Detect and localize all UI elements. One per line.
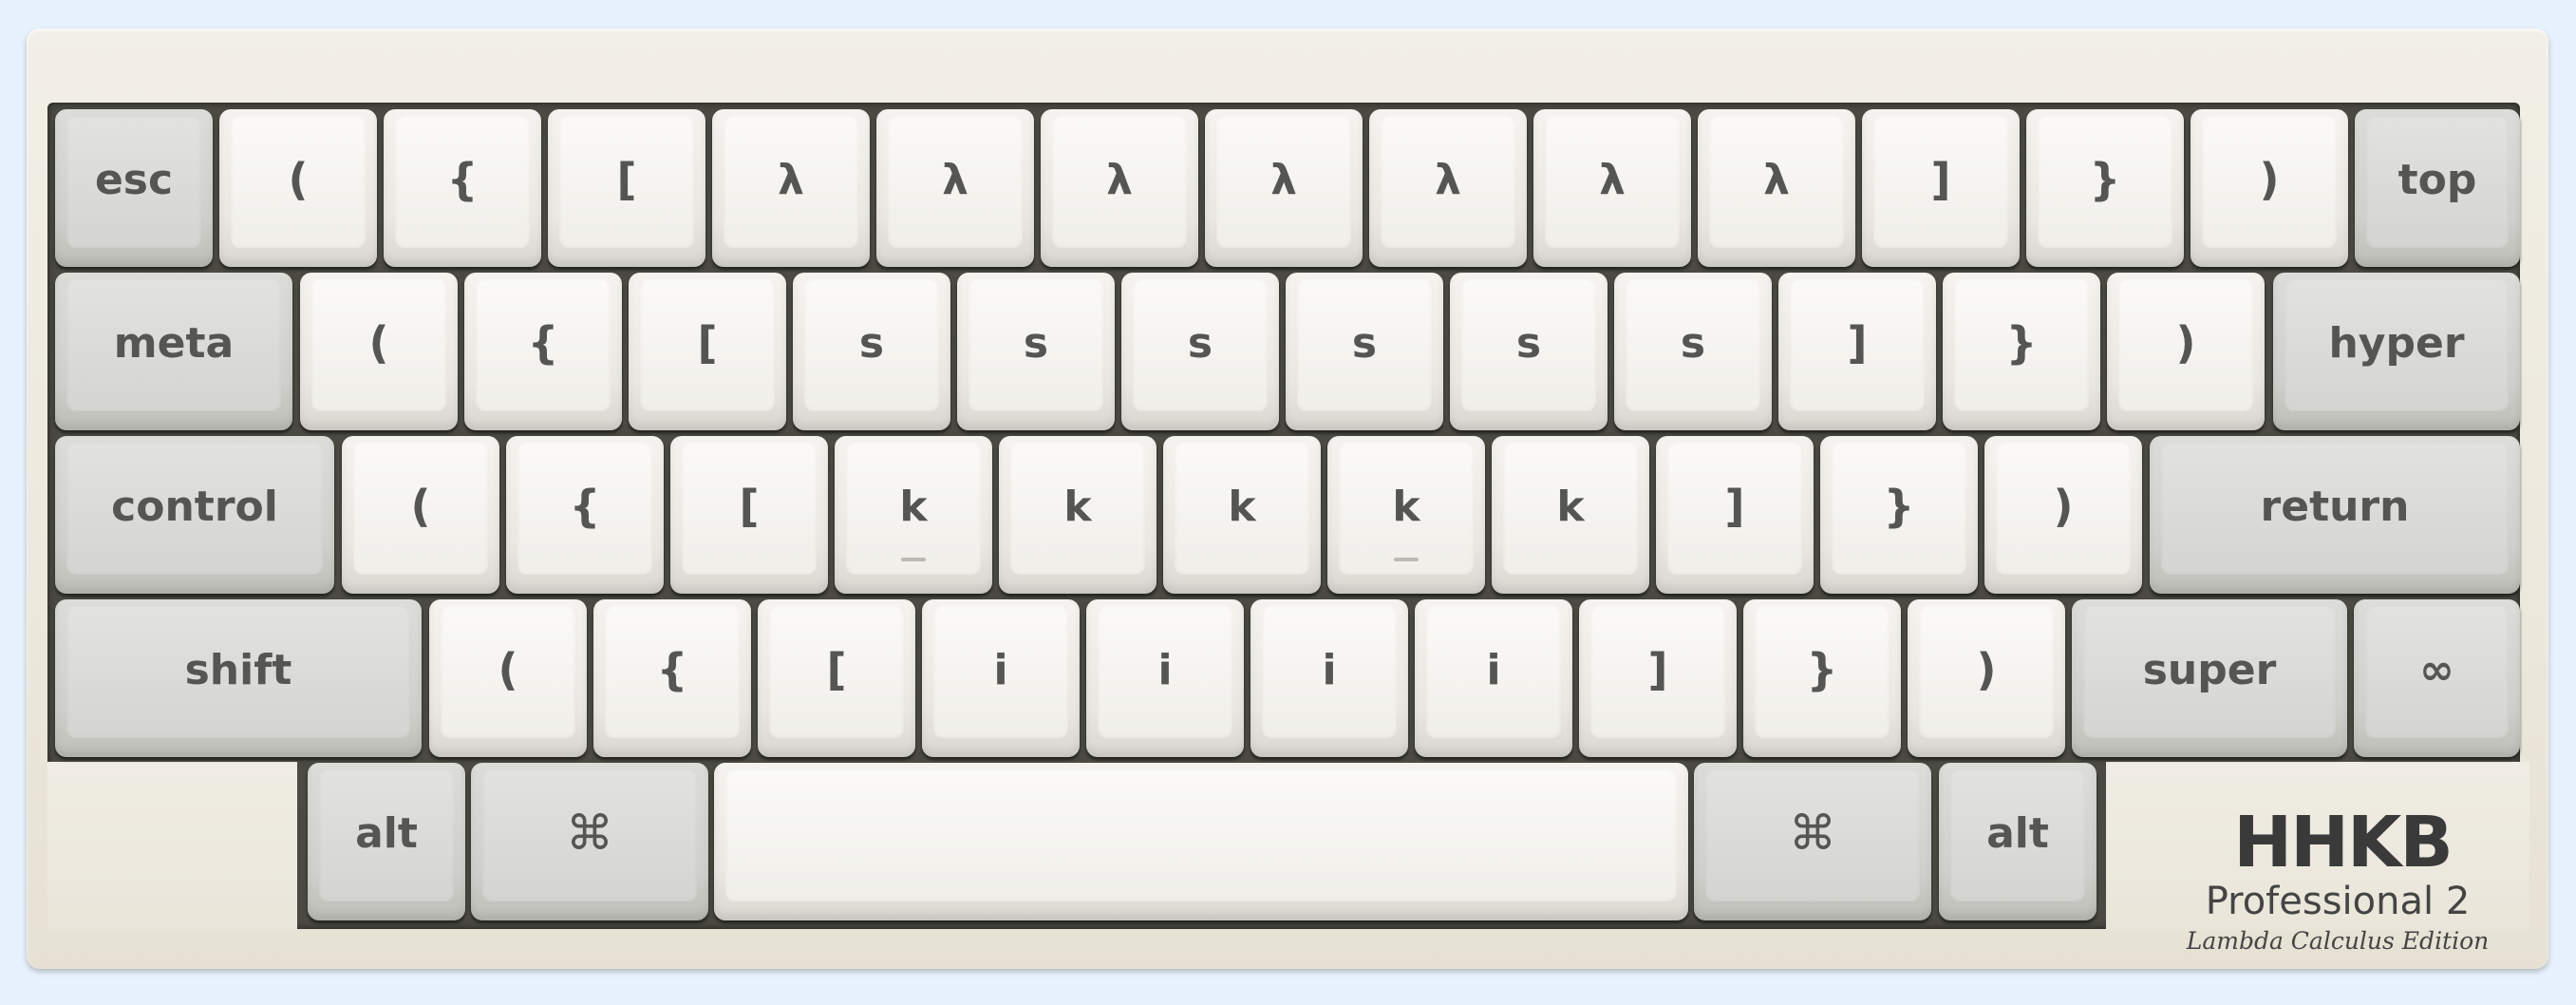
key-open-brace[interactable]: { xyxy=(464,273,622,430)
key-lambda[interactable]: λ xyxy=(1041,109,1198,267)
key-s[interactable]: s xyxy=(1286,273,1443,430)
key-open-bracket[interactable]: [ xyxy=(670,436,828,594)
key-alt-right[interactable]: alt xyxy=(1939,763,2097,920)
key-close-paren[interactable]: ) xyxy=(2107,273,2265,430)
key-i[interactable]: i xyxy=(1086,599,1244,757)
key-close-brace[interactable]: } xyxy=(1820,436,1978,594)
key-k[interactable]: k xyxy=(999,436,1156,594)
command-icon: ⌘ xyxy=(566,806,613,861)
key-control[interactable]: control xyxy=(55,436,334,594)
key-open-brace[interactable]: { xyxy=(384,109,541,267)
key-lambda[interactable]: λ xyxy=(1533,109,1691,267)
key-space[interactable] xyxy=(714,763,1688,920)
key-close-paren[interactable]: ) xyxy=(2191,109,2348,267)
key-lambda[interactable]: λ xyxy=(1205,109,1363,267)
key-lambda[interactable]: λ xyxy=(1698,109,1855,267)
key-open-paren[interactable]: ( xyxy=(429,599,587,757)
key-k[interactable]: k xyxy=(1327,436,1485,594)
key-top[interactable]: top xyxy=(2355,109,2520,267)
key-alt-left[interactable]: alt xyxy=(308,763,465,920)
key-i[interactable]: i xyxy=(1250,599,1408,757)
key-s[interactable]: s xyxy=(1450,273,1608,430)
key-close-brace[interactable]: } xyxy=(1943,273,2100,430)
key-k[interactable]: k xyxy=(835,436,992,594)
case-corner-left xyxy=(47,762,297,931)
key-open-brace[interactable]: { xyxy=(593,599,751,757)
key-close-bracket[interactable]: ] xyxy=(1656,436,1814,594)
brand-logo: HHKB Professional 2 Lambda Calculus Edit… xyxy=(2148,807,2528,959)
key-k[interactable]: k xyxy=(1163,436,1321,594)
key-open-paren[interactable]: ( xyxy=(342,436,499,594)
key-close-brace[interactable]: } xyxy=(2026,109,2184,267)
key-lambda[interactable]: λ xyxy=(712,109,870,267)
key-s[interactable]: s xyxy=(793,273,950,430)
key-return[interactable]: return xyxy=(2150,436,2520,594)
key-infinity[interactable]: ∞ xyxy=(2354,599,2520,757)
key-lambda[interactable]: λ xyxy=(1369,109,1527,267)
key-close-bracket[interactable]: ] xyxy=(1579,599,1737,757)
key-s[interactable]: s xyxy=(957,273,1115,430)
command-icon: ⌘ xyxy=(1789,806,1836,861)
key-open-bracket[interactable]: [ xyxy=(758,599,915,757)
key-hyper[interactable]: hyper xyxy=(2273,273,2520,430)
key-i[interactable]: i xyxy=(922,599,1080,757)
key-open-bracket[interactable]: [ xyxy=(548,109,705,267)
key-esc[interactable]: esc xyxy=(55,109,213,267)
edition-name: Lambda Calculus Edition xyxy=(2186,927,2490,955)
hhkb-logo-mark: HHKB xyxy=(2233,802,2454,883)
key-close-bracket[interactable]: ] xyxy=(1778,273,1936,430)
key-close-paren[interactable]: ) xyxy=(1984,436,2142,594)
key-i[interactable]: i xyxy=(1415,599,1572,757)
product-name: Professional 2 xyxy=(2205,880,2471,923)
key-meta[interactable]: meta xyxy=(55,273,292,430)
key-lambda[interactable]: λ xyxy=(876,109,1034,267)
key-s[interactable]: s xyxy=(1614,273,1772,430)
key-open-paren[interactable]: ( xyxy=(219,109,377,267)
key-close-bracket[interactable]: ] xyxy=(1862,109,2020,267)
key-command-right[interactable]: ⌘ xyxy=(1694,763,1931,920)
key-k[interactable]: k xyxy=(1492,436,1649,594)
key-open-bracket[interactable]: [ xyxy=(629,273,786,430)
key-close-paren[interactable]: ) xyxy=(1908,599,2065,757)
key-open-brace[interactable]: { xyxy=(506,436,664,594)
key-close-brace[interactable]: } xyxy=(1743,599,1901,757)
key-open-paren[interactable]: ( xyxy=(300,273,458,430)
key-command-left[interactable]: ⌘ xyxy=(471,763,708,920)
key-s[interactable]: s xyxy=(1121,273,1279,430)
key-super[interactable]: super xyxy=(2072,599,2347,757)
key-shift[interactable]: shift xyxy=(55,599,422,757)
